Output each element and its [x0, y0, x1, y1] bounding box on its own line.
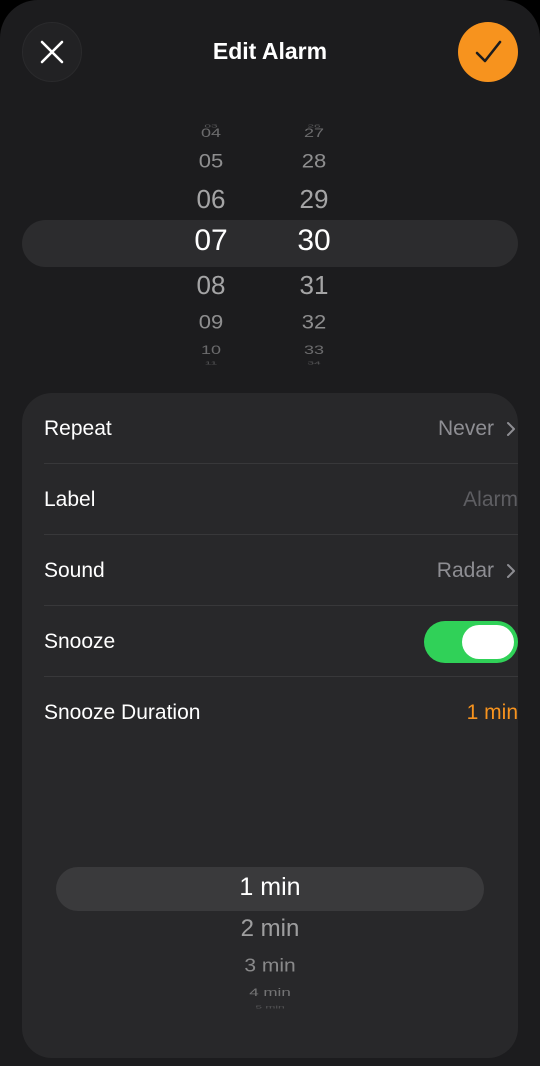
minute-option-34[interactable]: 34	[274, 361, 354, 366]
hour-option-04[interactable]: 04	[171, 127, 251, 139]
minute-option-33[interactable]: 33	[274, 344, 354, 356]
hour-option-08[interactable]: 08	[171, 272, 251, 298]
alarm-settings-card: Repeat Never Label Alarm Sound Radar Sno…	[22, 393, 518, 1058]
checkmark-icon	[475, 40, 502, 63]
minute-option-28[interactable]: 28	[274, 151, 354, 171]
minute-option-31[interactable]: 31	[274, 272, 354, 298]
hour-option-11[interactable]: 11	[171, 361, 251, 366]
duration-option-1[interactable]: 1 min	[22, 875, 518, 900]
minute-option-27[interactable]: 27	[274, 127, 354, 139]
minute-option-32[interactable]: 32	[274, 312, 354, 332]
confirm-button[interactable]	[458, 22, 518, 82]
time-picker-selection-highlight	[22, 220, 518, 267]
hour-option-06[interactable]: 06	[171, 186, 251, 212]
minute-option-29[interactable]: 29	[274, 186, 354, 212]
minute-wheel[interactable]: 26 27 28 29 30 31 32 33 34	[274, 0, 354, 400]
duration-option-2[interactable]: 2 min	[22, 917, 518, 941]
minute-option-30[interactable]: 30	[274, 226, 354, 256]
hour-wheel[interactable]: 03 04 05 06 07 08 09 10 11	[171, 0, 251, 400]
snooze-duration-wheel[interactable]: 1 min 2 min 3 min 4 min 5 min	[22, 393, 518, 1058]
duration-option-3[interactable]: 3 min	[22, 956, 518, 975]
duration-option-4[interactable]: 4 min	[22, 987, 518, 998]
hour-option-05[interactable]: 05	[171, 151, 251, 171]
hour-option-07[interactable]: 07	[171, 226, 251, 256]
hour-option-09[interactable]: 09	[171, 312, 251, 332]
duration-option-5[interactable]: 5 min	[22, 1005, 518, 1010]
hour-option-10[interactable]: 10	[171, 344, 251, 356]
edit-alarm-sheet: Edit Alarm 03 04 05 06 07 08 09 10 11 26 27 28 29 30…	[0, 0, 540, 1066]
